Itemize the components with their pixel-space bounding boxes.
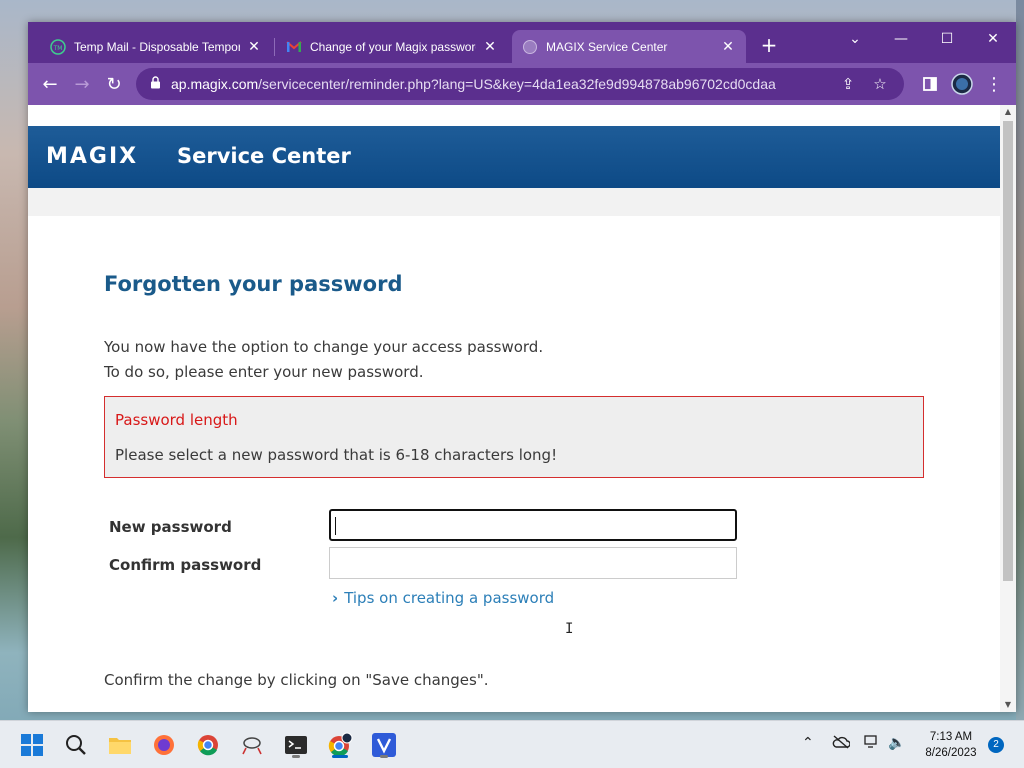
new-tab-button[interactable]: + bbox=[758, 34, 780, 56]
password-tips-link[interactable]: › Tips on creating a password bbox=[332, 589, 554, 607]
profile-avatar[interactable] bbox=[948, 70, 976, 98]
address-bar[interactable]: ap.magix.com/servicecenter/reminder.php?… bbox=[136, 68, 904, 100]
active-indicator bbox=[332, 755, 348, 758]
search-icon[interactable] bbox=[60, 729, 92, 761]
close-icon[interactable]: ✕ bbox=[482, 38, 498, 55]
tips-link-label: Tips on creating a password bbox=[344, 589, 555, 607]
forward-button[interactable]: → bbox=[68, 70, 96, 98]
browser-window: TM Temp Mail - Disposable Tempora ✕ Chan… bbox=[28, 22, 1016, 712]
site-header: MAGIX Service Center bbox=[28, 126, 1000, 188]
tab-title: MAGIX Service Center bbox=[546, 39, 668, 54]
network-icon[interactable] bbox=[864, 735, 880, 753]
intro-line-2: To do so, please enter your new password… bbox=[104, 363, 424, 381]
web-page: MAGIX Service Center Forgotten your pass… bbox=[28, 105, 1000, 712]
error-title: Password length bbox=[115, 411, 238, 429]
magix-logo[interactable]: MAGIX bbox=[46, 144, 138, 169]
url-path: /servicecenter/reminder.php?lang=US&key=… bbox=[258, 76, 776, 92]
file-explorer-icon[interactable] bbox=[104, 729, 136, 761]
chevron-right-icon: › bbox=[332, 589, 339, 607]
service-center-title: Service Center bbox=[177, 144, 351, 168]
tab-magix-service-center[interactable]: MAGIX Service Center ✕ bbox=[512, 30, 746, 63]
close-window-button[interactable]: ✕ bbox=[976, 26, 1010, 52]
windows-taskbar: ⌃ 🔈 7:13 AM 8/26/2023 2 bbox=[0, 720, 1024, 768]
side-panel-icon[interactable] bbox=[916, 70, 944, 98]
browser-toolbar: ← → ↻ ap.magix.com/servicecenter/reminde… bbox=[28, 63, 1016, 105]
firefox-icon[interactable] bbox=[148, 729, 180, 761]
chrome-profile-icon[interactable] bbox=[324, 729, 356, 761]
confirm-instructions: Confirm the change by clicking on "Save … bbox=[104, 671, 489, 689]
vpn-icon[interactable] bbox=[368, 729, 400, 761]
scroll-up-arrow[interactable]: ▲ bbox=[1000, 105, 1016, 119]
gmail-icon bbox=[286, 39, 302, 55]
tempmail-icon: TM bbox=[50, 38, 66, 55]
close-icon[interactable]: ✕ bbox=[246, 38, 262, 55]
tab-temp-mail[interactable]: TM Temp Mail - Disposable Tempora ✕ bbox=[40, 30, 272, 63]
new-password-input[interactable] bbox=[329, 509, 737, 541]
clock-time: 7:13 AM bbox=[929, 731, 973, 743]
text-caret bbox=[335, 517, 336, 535]
back-button[interactable]: ← bbox=[36, 70, 64, 98]
tab-title: Change of your Magix password bbox=[310, 39, 476, 54]
mouse-cursor-ibeam: I bbox=[565, 621, 574, 637]
bookmark-star-icon[interactable]: ☆ bbox=[868, 72, 892, 96]
onedrive-offline-icon[interactable] bbox=[832, 735, 851, 753]
magix-icon bbox=[522, 39, 538, 55]
notification-badge[interactable]: 2 bbox=[988, 737, 1004, 753]
new-password-label: New password bbox=[109, 518, 232, 536]
chevron-up-icon[interactable]: ⌃ bbox=[802, 735, 814, 751]
page-scrollbar[interactable]: ▲ ▼ bbox=[1000, 105, 1016, 712]
header-subbar bbox=[28, 188, 1000, 216]
tab-magix-password-mail[interactable]: Change of your Magix password ✕ bbox=[276, 30, 508, 63]
system-clock[interactable]: 7:13 AM 8/26/2023 bbox=[916, 729, 986, 761]
tab-search-button[interactable]: ⌄ bbox=[838, 26, 872, 52]
close-icon[interactable]: ✕ bbox=[720, 38, 736, 55]
tab-title: Temp Mail - Disposable Tempora bbox=[74, 39, 240, 54]
running-indicator bbox=[292, 755, 300, 758]
running-indicator bbox=[380, 755, 388, 758]
terminal-icon[interactable] bbox=[280, 729, 312, 761]
intro-text: You now have the option to change your a… bbox=[104, 335, 543, 385]
volume-icon[interactable]: 🔈 bbox=[888, 735, 905, 751]
scroll-down-arrow[interactable]: ▼ bbox=[1000, 698, 1016, 712]
network-tool-icon[interactable] bbox=[236, 729, 268, 761]
page-top-spacer bbox=[28, 105, 1000, 126]
page-title: Forgotten your password bbox=[104, 272, 403, 296]
tab-separator bbox=[274, 38, 275, 56]
start-icon[interactable] bbox=[16, 729, 48, 761]
intro-line-1: You now have the option to change your a… bbox=[104, 338, 544, 356]
tab-strip: TM Temp Mail - Disposable Tempora ✕ Chan… bbox=[28, 22, 1016, 63]
menu-kebab-icon[interactable]: ⋮ bbox=[980, 70, 1008, 98]
error-message: Please select a new password that is 6-1… bbox=[115, 446, 558, 464]
confirm-password-label: Confirm password bbox=[109, 556, 262, 574]
confirm-password-input[interactable] bbox=[329, 547, 737, 579]
maximize-button[interactable]: ☐ bbox=[930, 26, 964, 52]
error-box: Password length Please select a new pass… bbox=[104, 396, 924, 478]
svg-text:TM: TM bbox=[53, 45, 63, 52]
lock-icon[interactable] bbox=[150, 76, 161, 92]
desktop-wallpaper bbox=[1016, 0, 1024, 720]
reload-button[interactable]: ↻ bbox=[100, 70, 128, 98]
share-icon[interactable]: ⇪ bbox=[836, 72, 860, 96]
clock-date: 8/26/2023 bbox=[925, 747, 977, 759]
minimize-button[interactable]: — bbox=[884, 26, 918, 52]
url-host: ap.magix.com bbox=[171, 76, 259, 92]
chrome-icon[interactable] bbox=[192, 729, 224, 761]
scroll-thumb[interactable] bbox=[1003, 121, 1013, 581]
